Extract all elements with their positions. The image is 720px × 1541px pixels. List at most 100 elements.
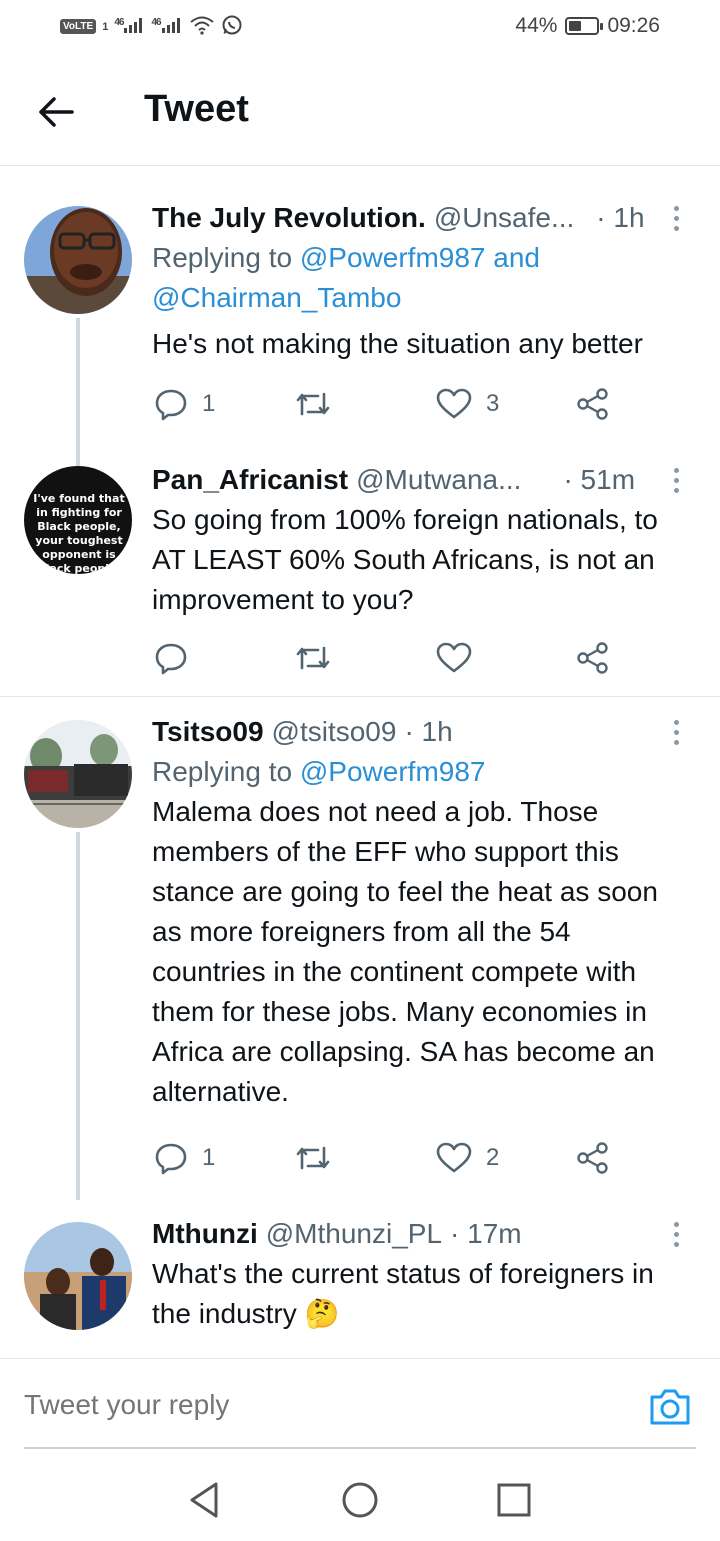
system-nav-bar: [0, 1458, 720, 1541]
tweet-time: · 51m: [563, 464, 636, 495]
share-button[interactable]: [576, 636, 610, 680]
thread-line: [76, 318, 80, 468]
tweet-text-line: as more foreigners from all the 54: [152, 916, 571, 947]
tweet-time: · 1h: [596, 202, 645, 233]
avatar[interactable]: [24, 206, 132, 314]
more-options-icon[interactable]: [662, 462, 690, 498]
page-title: Tweet: [144, 88, 249, 130]
status-bar: VoLTE 1 46 46 44% 09:26: [0, 0, 720, 56]
avatar[interactable]: I've found that in fighting for Black pe…: [24, 466, 132, 574]
replying-to-label: Replying to: [152, 756, 300, 787]
reply-icon: [155, 389, 187, 421]
share-icon: [577, 1142, 608, 1174]
triangle-back-icon: [190, 1482, 218, 1518]
heart-icon: [436, 1142, 472, 1173]
tweet-time: · 1h: [404, 716, 453, 747]
tweet-text-line: the industry 🤔: [152, 1298, 340, 1329]
nav-recents-button[interactable]: [490, 1478, 538, 1522]
retweet-button[interactable]: [294, 636, 346, 680]
retweet-button[interactable]: [294, 1136, 346, 1180]
more-options-icon[interactable]: [662, 714, 690, 750]
retweet-icon: [296, 646, 330, 670]
retweet-icon: [296, 1146, 330, 1170]
tweet-text-line: countries in the continent compete with: [152, 956, 637, 987]
avatar[interactable]: [24, 720, 132, 828]
reply-count: 1: [202, 1144, 216, 1171]
battery-percent: 44%: [515, 14, 558, 37]
mention-link[interactable]: @Chairman_Tambo: [152, 282, 401, 313]
status-right: 44% 09:26: [515, 14, 660, 38]
tweet-body: Tsitso09 @tsitso09 · 1h Replying to @Pow…: [152, 712, 696, 1112]
back-button[interactable]: [26, 84, 86, 140]
whatsapp-icon: [221, 14, 243, 39]
camera-icon: [650, 1389, 690, 1425]
signal-icon-2: 46: [151, 17, 182, 36]
battery-fill: [569, 21, 581, 31]
mention-link[interactable]: @Powerfm987: [300, 756, 486, 787]
display-name[interactable]: The July Revolution.: [152, 198, 426, 238]
clock: 09:26: [607, 14, 660, 37]
replying-to-label: Replying to: [152, 242, 300, 273]
tweet[interactable]: The July Revolution. @Unsafe... · 1h Rep…: [0, 196, 720, 468]
signal-icon-1: 46: [114, 17, 145, 36]
more-options-icon[interactable]: [662, 200, 690, 236]
nav-home-button[interactable]: [336, 1478, 384, 1522]
tweet-header: Mthunzi @Mthunzi_PL · 17m: [152, 1214, 696, 1254]
reply-button[interactable]: 1: [154, 1136, 215, 1180]
tweet-time: · 17m: [450, 1218, 522, 1249]
tweet-header: Pan_Africanist @Mutwana... · 51m: [152, 460, 696, 500]
like-count: 2: [486, 1144, 500, 1171]
divider: [0, 696, 720, 697]
reply-count: 1: [202, 390, 216, 417]
reply-composer: [0, 1358, 720, 1458]
tweet-text: So going from 100% foreign nationals, to…: [152, 500, 696, 620]
tweet-text-line: them for these jobs. Many economies in: [152, 996, 647, 1027]
tweet-text-line: What's the current status of foreigners …: [152, 1258, 654, 1289]
user-handle[interactable]: @Mutwana...: [356, 460, 521, 500]
display-name[interactable]: Mthunzi: [152, 1214, 258, 1254]
reply-input[interactable]: [24, 1389, 624, 1421]
share-button[interactable]: [576, 382, 610, 426]
tweet-body: Mthunzi @Mthunzi_PL · 17m What's the cur…: [152, 1214, 696, 1334]
heart-icon: [436, 388, 472, 419]
tweet-actions: 1 2: [152, 1136, 632, 1180]
display-name[interactable]: Tsitso09: [152, 712, 264, 752]
tweet-text: What's the current status of foreigners …: [152, 1254, 696, 1334]
user-handle[interactable]: @Mthunzi_PL: [266, 1214, 442, 1254]
tweet[interactable]: Tsitso09 @tsitso09 · 1h Replying to @Pow…: [0, 712, 720, 1200]
battery-icon: [565, 17, 604, 35]
top-app-bar: Tweet: [0, 56, 720, 166]
tweet-text-line: stance are going to feel the heat as soo…: [152, 876, 658, 907]
replying-to: Replying to @Powerfm987 and @Chairman_Ta…: [152, 238, 696, 318]
reply-button[interactable]: 1: [154, 382, 215, 426]
avatar[interactable]: [24, 1222, 132, 1330]
mention-link[interactable]: @Powerfm987 and: [300, 242, 540, 273]
share-icon: [577, 388, 608, 420]
reply-icon: [155, 643, 187, 675]
retweet-icon: [296, 392, 330, 416]
reply-button[interactable]: [154, 636, 202, 680]
user-handle[interactable]: @tsitso09: [272, 712, 397, 752]
user-handle[interactable]: @Unsafe...: [434, 198, 574, 238]
nav-back-button[interactable]: [182, 1478, 230, 1522]
wifi-icon: [189, 15, 215, 38]
like-button[interactable]: 3: [436, 382, 499, 426]
retweet-button[interactable]: [294, 382, 346, 426]
camera-button[interactable]: [648, 1387, 696, 1431]
share-button[interactable]: [576, 1136, 610, 1180]
reply-icon: [155, 1143, 187, 1175]
tweet[interactable]: Mthunzi @Mthunzi_PL · 17m What's the cur…: [0, 1214, 720, 1354]
status-left: VoLTE 1 46 46: [60, 14, 243, 39]
tweet-text-line: improvement to you?: [152, 584, 414, 615]
tweet-actions: [152, 636, 632, 680]
tweet-header: The July Revolution. @Unsafe... · 1h: [152, 198, 696, 238]
like-button[interactable]: [436, 636, 486, 680]
more-options-icon[interactable]: [662, 1216, 690, 1252]
tweet-text-line: Malema does not need a job. Those: [152, 796, 599, 827]
replying-to: Replying to @Powerfm987: [152, 752, 696, 792]
tweet[interactable]: I've found that in fighting for Black pe…: [0, 458, 720, 694]
tweet-header: Tsitso09 @tsitso09 · 1h: [152, 712, 696, 752]
tweet-text-line: AT LEAST 60% South Africans, is not an: [152, 544, 655, 575]
display-name[interactable]: Pan_Africanist: [152, 460, 348, 500]
like-button[interactable]: 2: [436, 1136, 499, 1180]
